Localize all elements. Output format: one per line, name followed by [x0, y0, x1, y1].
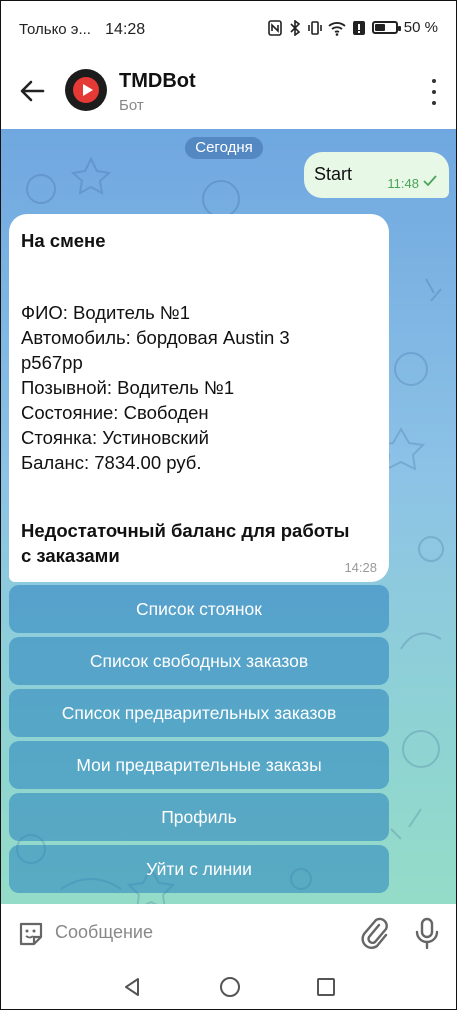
message-line: ФИО: Водитель №1 [21, 302, 191, 323]
keyboard-button-preorders[interactable]: Список предварительных заказов [9, 689, 389, 737]
chat-title[interactable]: TMDBot [119, 70, 196, 93]
message-input[interactable]: Сообщение [55, 922, 153, 943]
nav-back-icon[interactable] [121, 976, 143, 998]
chat-area[interactable]: Сегодня Start 11:48 На смене ФИО: Водите… [1, 129, 456, 904]
message-line: Позывной: Водитель №1 [21, 377, 235, 398]
wifi-icon [328, 21, 346, 36]
battery-text: 50 % [403, 19, 438, 36]
message-warning: с заказами [21, 545, 120, 566]
battery-level [374, 24, 385, 31]
message-line: Состояние: Свободен [21, 402, 209, 423]
message-line: Стоянка: Устиновский [21, 427, 209, 448]
keyboard-button-free-orders[interactable]: Список свободных заказов [9, 637, 389, 685]
chat-header: TMDBot Бот [1, 57, 456, 129]
nav-home-icon[interactable] [219, 976, 241, 998]
attach-icon[interactable] [359, 916, 389, 950]
outgoing-message-time: 11:48 [387, 176, 419, 191]
chat-subtitle: Бот [119, 97, 144, 114]
system-nav-bar [1, 962, 456, 1009]
message-warning: Недостаточный баланс для работы [21, 520, 350, 541]
screen: Только э... 14:28 50 % TMDBot Бот Сегодн… [0, 0, 457, 1010]
keyboard-button-my-preorders[interactable]: Мои предварительные заказы [9, 741, 389, 789]
vibrate-icon [307, 20, 322, 35]
message-line: р567рр [21, 352, 83, 373]
bluetooth-icon [290, 19, 301, 36]
keyboard-button-profile[interactable]: Профиль [9, 793, 389, 841]
play-icon [73, 77, 99, 103]
microphone-icon[interactable] [413, 916, 441, 950]
message-line: Баланс: 7834.00 руб. [21, 452, 202, 473]
outgoing-message-text: Start [314, 164, 353, 184]
keyboard-button-go-offline[interactable]: Уйти с линии [9, 845, 389, 893]
more-menu-icon[interactable] [430, 79, 438, 105]
incoming-message-time: 14:28 [344, 560, 377, 575]
clock: 14:28 [105, 21, 146, 38]
message-heading: На смене [21, 230, 106, 251]
nav-recent-icon[interactable] [315, 976, 337, 998]
message-line: Автомобиль: бордовая Austin 3 [21, 327, 290, 348]
battery-icon [371, 21, 401, 34]
bot-avatar[interactable] [65, 69, 107, 111]
message-input-bar: Сообщение [1, 904, 456, 962]
back-arrow-icon[interactable] [15, 73, 51, 109]
sticker-icon[interactable] [17, 920, 45, 948]
read-check-icon [423, 175, 437, 187]
alert-icon [352, 20, 365, 35]
notification-text: Только э... [19, 21, 91, 38]
incoming-message[interactable]: На смене ФИО: Водитель №1 Автомобиль: бо… [9, 214, 389, 582]
outgoing-message[interactable]: Start 11:48 [304, 152, 449, 198]
nfc-icon [267, 19, 282, 36]
date-chip: Сегодня [185, 137, 263, 159]
keyboard-button-parkings[interactable]: Список стоянок [9, 585, 389, 633]
status-bar: Только э... 14:28 50 % [1, 1, 456, 57]
